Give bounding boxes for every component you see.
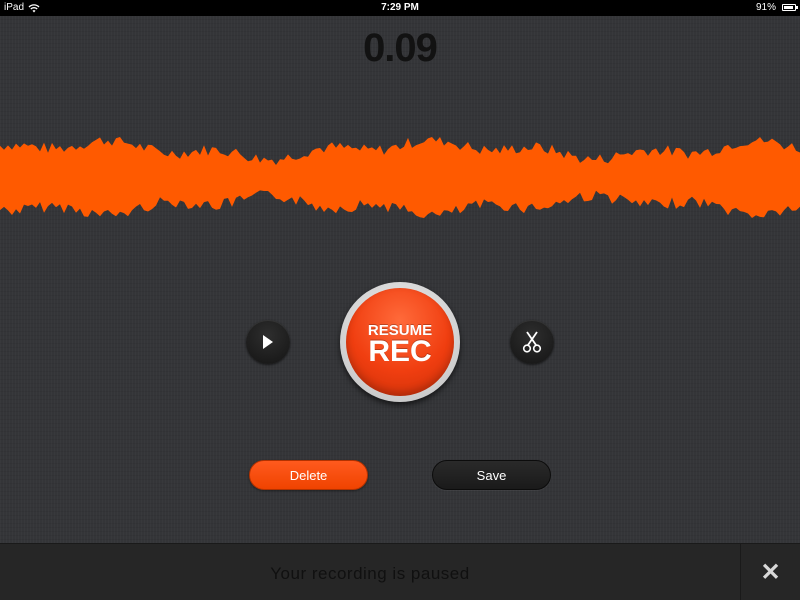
rec-button-face: RESUME REC (346, 288, 454, 396)
status-bar: iPad 7:29 PM 91% (0, 0, 800, 16)
trim-button[interactable] (510, 320, 554, 364)
delete-button[interactable]: Delete (249, 460, 368, 490)
paused-banner: Your recording is paused ✕ (0, 543, 800, 600)
battery-icon (782, 4, 798, 11)
battery-percent: 91% (755, 2, 776, 13)
waveform-shape (0, 137, 800, 218)
paused-message: Your recording is paused (270, 564, 470, 583)
status-time: 7:29 PM (381, 2, 419, 13)
play-icon (263, 335, 273, 349)
resume-rec-button[interactable]: RESUME REC (340, 282, 460, 402)
recorder-screen: iPad 7:29 PM 91% 0.09 RESUME REC Delete … (0, 0, 800, 600)
close-banner-button[interactable]: ✕ (741, 544, 800, 600)
scissors-icon (522, 331, 542, 353)
recording-timer: 0.09 (363, 26, 438, 70)
rec-button-main-label: REC (368, 335, 432, 368)
close-icon: ✕ (760, 559, 781, 586)
save-button[interactable]: Save (432, 460, 551, 490)
play-button[interactable] (246, 320, 290, 364)
recording-waveform (0, 137, 800, 218)
